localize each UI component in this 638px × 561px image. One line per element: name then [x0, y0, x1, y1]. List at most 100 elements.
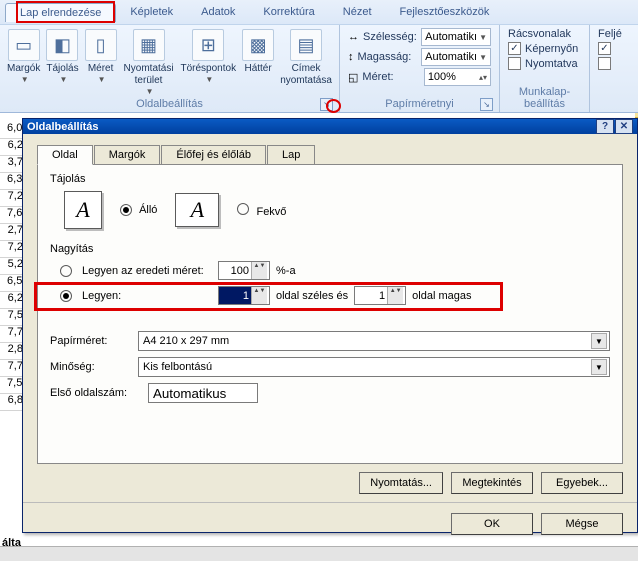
ribbon-group-extra-label: [594, 98, 634, 112]
fit-label: Legyen:: [82, 290, 212, 302]
breaks-icon: ⊞: [192, 29, 224, 61]
landscape-icon: A: [175, 193, 219, 227]
ribbon-orientation-label: Tájolás: [46, 63, 78, 75]
scale-height-value: Automatikı: [425, 51, 477, 63]
extra-checkbox-2[interactable]: [598, 57, 611, 70]
gridlines-view-label: Képernyőn: [525, 43, 578, 55]
fit-radio[interactable]: [60, 290, 72, 302]
landscape-text: Fekvő: [256, 206, 286, 218]
cancel-button[interactable]: Mégse: [541, 513, 623, 535]
ribbon-orientation-button[interactable]: ◧ Tájolás ▼: [43, 27, 81, 86]
portrait-radio-label[interactable]: Álló: [120, 204, 157, 216]
scale-height-label: Magasság:: [358, 51, 418, 63]
dialog-help-button[interactable]: ?: [596, 119, 614, 134]
dialog-title-text: Oldalbeállítás: [27, 121, 99, 133]
scale-width-value: Automatikı: [425, 31, 477, 43]
size-icon: ▯: [85, 29, 117, 61]
landscape-radio-label[interactable]: Fekvő: [237, 203, 286, 218]
ribbon-tab-formulas[interactable]: Képletek: [116, 3, 187, 21]
dropdown-icon: ▼: [60, 75, 68, 84]
fit-height-spinner[interactable]: ▲▼: [354, 286, 406, 305]
scale-icon: ◱: [348, 71, 358, 84]
ribbon-printarea-button[interactable]: ▦ Nyomtatási terület ▼: [120, 27, 178, 98]
extra-heading: Feljé: [598, 28, 630, 40]
gridlines-print-checkbox[interactable]: [508, 57, 521, 70]
landscape-radio[interactable]: [237, 203, 249, 215]
ribbon-printarea-label: Nyomtatási terület: [123, 63, 175, 87]
spinner-icon: ▴▾: [479, 73, 487, 82]
portrait-radio[interactable]: [120, 204, 132, 216]
background-icon: ▩: [242, 29, 274, 61]
ribbon-group-page-setup-label: Oldalbeállítás ↘: [4, 98, 335, 112]
ribbon-tab-developer[interactable]: Fejlesztőeszközök: [386, 3, 504, 21]
scaling-group-label: Nagyítás: [50, 243, 610, 255]
dialog-tab-margins[interactable]: Margók: [94, 145, 161, 165]
dialog-close-button[interactable]: ✕: [615, 119, 633, 134]
ribbon-group-sheetopts-label: Munkalap-beállítás: [504, 86, 585, 112]
dropdown-icon: ▼: [479, 33, 487, 42]
ribbon-size-button[interactable]: ▯ Méret ▼: [82, 27, 120, 86]
gridlines-view-checkbox[interactable]: ✓: [508, 42, 521, 55]
dialog-titlebar[interactable]: Oldalbeállítás ? ✕: [23, 119, 637, 134]
adjust-input[interactable]: [219, 262, 251, 279]
dropdown-icon: ▼: [591, 359, 607, 375]
first-page-input[interactable]: [148, 383, 258, 403]
adjust-spinner[interactable]: ▲▼: [218, 261, 270, 280]
scale-percent-value: 100%: [428, 71, 456, 83]
ribbon-margins-label: Margók: [7, 63, 40, 75]
ribbon-size-label: Méret: [88, 63, 114, 75]
orientation-group-label: Tájolás: [50, 173, 610, 185]
ribbon-margins-button[interactable]: ▭ Margók ▼: [4, 27, 43, 86]
ribbon-tab-view[interactable]: Nézet: [329, 3, 386, 21]
dialog-tab-headerfooter[interactable]: Élőfej és élőláb: [161, 145, 266, 165]
gridlines-print-label: Nyomtatva: [525, 58, 578, 70]
scale-width-label: Szélesség:: [363, 31, 417, 43]
fit-width-text: oldal széles és: [276, 290, 348, 302]
ribbon-group-sheetopts-text: Munkalap-beállítás: [519, 86, 570, 110]
page-setup-dialog-launcher[interactable]: ↘: [320, 98, 333, 111]
first-page-label: Első oldalszám:: [50, 387, 140, 399]
adjust-radio[interactable]: [60, 265, 72, 277]
scale-percent-field[interactable]: 100% ▴▾: [424, 68, 491, 86]
ribbon-titles-label: Címek nyomtatása: [280, 63, 332, 87]
dropdown-icon: ▼: [98, 75, 106, 84]
height-icon: ↕: [348, 51, 354, 63]
ribbon-tab-page-layout[interactable]: Lap elrendezése: [5, 3, 116, 22]
ribbon-tab-data[interactable]: Adatok: [187, 3, 249, 21]
dropdown-icon: ▼: [146, 87, 154, 96]
fit-height-input[interactable]: [355, 287, 387, 304]
ribbon-breaks-button[interactable]: ⊞ Töréspontok ▼: [178, 27, 240, 86]
spinner-arrows-icon[interactable]: ▲▼: [251, 262, 267, 279]
dropdown-icon: ▼: [479, 53, 487, 62]
spinner-arrows-icon[interactable]: ▲▼: [387, 287, 403, 304]
scale-width-field[interactable]: Automatikı▼: [421, 28, 491, 46]
horizontal-scrollbar[interactable]: [0, 546, 638, 561]
scale-dialog-launcher[interactable]: ↘: [480, 98, 493, 111]
dialog-panel: Tájolás A Álló A Fekvő Nagyítás Legyen a…: [37, 164, 623, 464]
options-button[interactable]: Egyebek...: [541, 472, 623, 494]
ribbon-background-button[interactable]: ▩ Háttér: [239, 27, 277, 77]
preview-button[interactable]: Megtekintés: [451, 472, 533, 494]
ribbon-tab-review[interactable]: Korrektúra: [249, 3, 328, 21]
dialog-tabs: Oldal Margók Élőfej és élőláb Lap: [37, 144, 623, 164]
extra-checkbox-1[interactable]: ✓: [598, 42, 611, 55]
margins-icon: ▭: [8, 29, 40, 61]
portrait-icon: A: [64, 191, 102, 229]
fit-width-spinner[interactable]: ▲▼: [218, 286, 270, 305]
print-quality-combo[interactable]: Kis felbontású ▼: [138, 357, 610, 377]
ribbon-group-scale-label: Papírméretnyi ↘: [344, 98, 495, 112]
paper-size-value: A4 210 x 297 mm: [143, 335, 229, 347]
fit-width-input[interactable]: [219, 287, 251, 304]
dialog-tab-page[interactable]: Oldal: [37, 145, 93, 165]
spinner-arrows-icon[interactable]: ▲▼: [251, 287, 267, 304]
dialog-tab-sheet[interactable]: Lap: [267, 145, 315, 165]
ribbon-titles-button[interactable]: ▤ Címek nyomtatása: [277, 27, 335, 89]
gridlines-heading: Rácsvonalak: [508, 28, 581, 40]
scale-height-field[interactable]: Automatikı▼: [421, 48, 491, 66]
print-button[interactable]: Nyomtatás...: [359, 472, 443, 494]
dropdown-icon: ▼: [591, 333, 607, 349]
adjust-label: Legyen az eredeti méret:: [82, 265, 212, 277]
ribbon-group-scale-text: Papírméretnyi: [385, 98, 453, 110]
ok-button[interactable]: OK: [451, 513, 533, 535]
paper-size-combo[interactable]: A4 210 x 297 mm ▼: [138, 331, 610, 351]
